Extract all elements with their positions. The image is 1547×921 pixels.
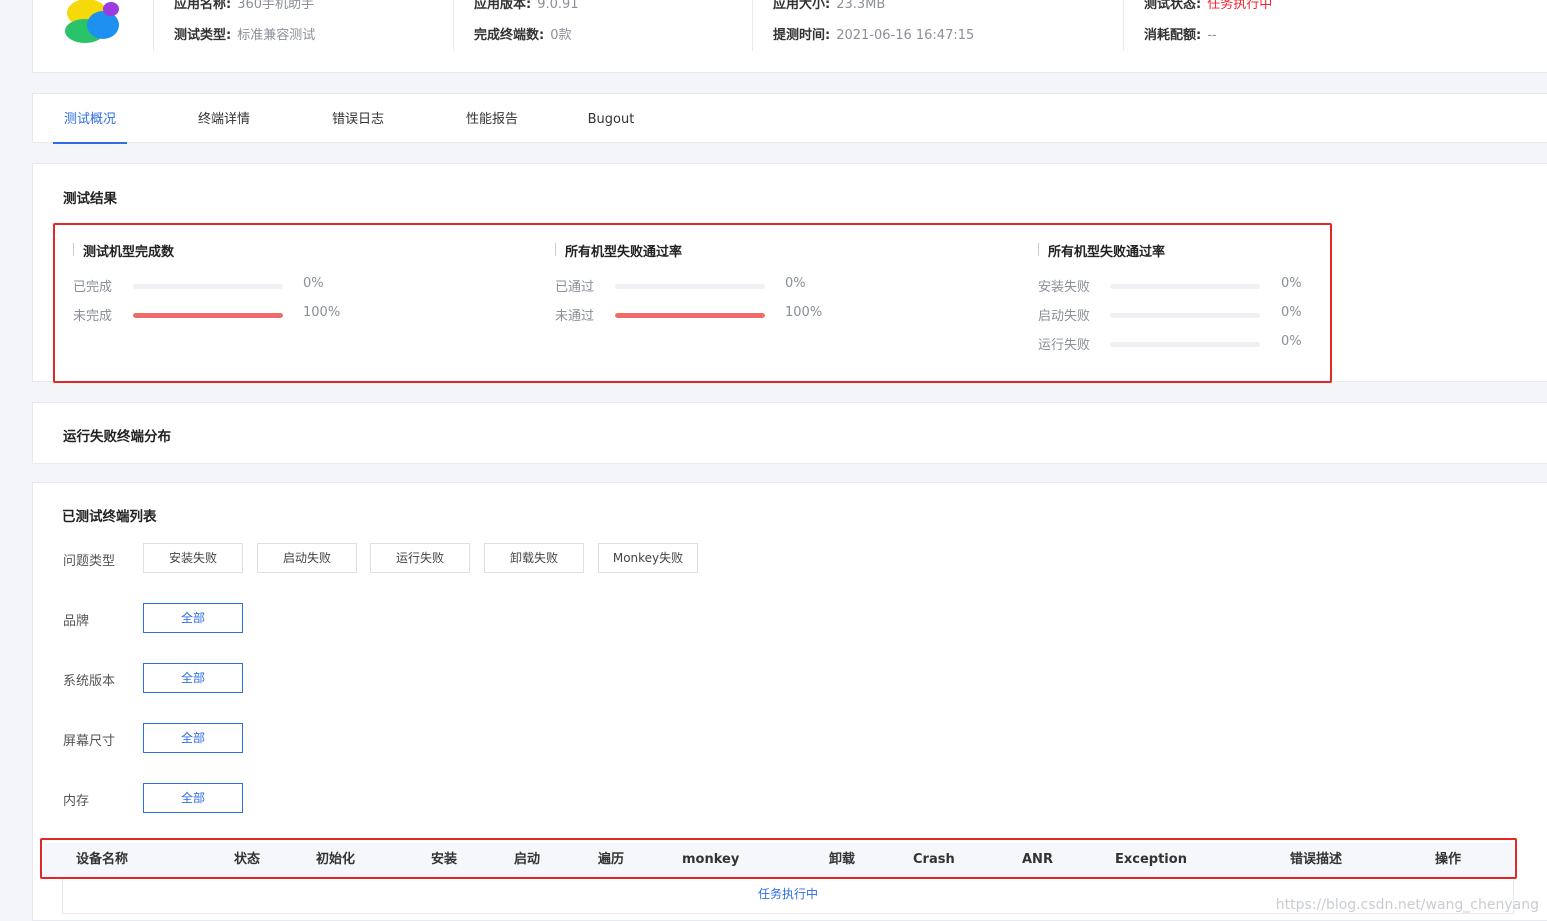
progress-bar — [615, 284, 765, 289]
stat-row: 未通过 100% — [555, 305, 855, 325]
test-type-field: 测试类型: 标准兼容测试 — [174, 28, 316, 43]
tab-error-log[interactable]: 错误日志 — [321, 94, 395, 144]
test-status-field: 测试状态: 任务执行中 — [1144, 0, 1273, 12]
stat-percent: 0% — [1281, 276, 1302, 291]
info-column-1: 应用名称: 360手机助手 测试类型: 标准兼容测试 — [153, 0, 453, 51]
highlight-box: 测试机型完成数 已完成 0% 未完成 100% 所有机型失败通过率 已通过 0%… — [53, 223, 1332, 383]
stat-row: 已完成 0% — [73, 276, 373, 296]
tested-devices-section: 已测试终端列表 问题类型 安装失败 启动失败 运行失败 卸载失败 Monkey失… — [32, 482, 1547, 921]
filter-label-screen-size: 屏幕尺寸 — [63, 734, 116, 749]
screen-size-all-button[interactable]: 全部 — [143, 723, 243, 753]
section-title: 测试结果 — [63, 191, 117, 207]
filter-uninstall-failed[interactable]: 卸载失败 — [484, 543, 584, 573]
section-title: 运行失败终端分布 — [63, 429, 171, 445]
stat-row: 安装失败 0% — [1038, 276, 1328, 296]
stat-percent: 100% — [785, 305, 823, 320]
stat-row: 未完成 100% — [73, 305, 373, 325]
stat-label: 未完成 — [73, 309, 113, 324]
stat-row: 已通过 0% — [555, 276, 855, 296]
stat-label: 未通过 — [555, 309, 595, 324]
stat-row: 运行失败 0% — [1038, 334, 1328, 354]
brand-all-button[interactable]: 全部 — [143, 603, 243, 633]
app-size-field: 应用大小: 23.3MB — [773, 0, 886, 12]
progress-bar — [615, 313, 765, 318]
progress-bar — [133, 284, 283, 289]
stat-label: 安装失败 — [1038, 280, 1091, 295]
filter-monkey-failed[interactable]: Monkey失败 — [598, 543, 698, 573]
filter-label-issue-type: 问题类型 — [63, 554, 116, 569]
test-result-section: 测试结果 测试机型完成数 已完成 0% 未完成 100% 所有机型失败通过率 已… — [32, 163, 1547, 383]
filter-label-brand: 品牌 — [63, 614, 90, 629]
stat-label: 已完成 — [73, 280, 113, 295]
tab-performance-report[interactable]: 性能报告 — [455, 94, 529, 144]
filter-launch-failed[interactable]: 启动失败 — [257, 543, 357, 573]
section-title: 已测试终端列表 — [62, 509, 157, 525]
stat-label: 启动失败 — [1038, 309, 1091, 324]
info-column-3: 应用大小: 23.3MB 提测时间: 2021-06-16 16:47:15 — [752, 0, 1122, 51]
stat-percent: 0% — [303, 276, 324, 291]
progress-bar — [1110, 313, 1260, 318]
app-logo-icon — [65, 0, 119, 43]
memory-all-button[interactable]: 全部 — [143, 783, 243, 813]
stat-percent: 0% — [785, 276, 806, 291]
stat-group-title: 所有机型失败通过率 — [1038, 241, 1165, 260]
filter-run-failed[interactable]: 运行失败 — [370, 543, 470, 573]
stat-row: 启动失败 0% — [1038, 305, 1328, 325]
stat-group-title: 所有机型失败通过率 — [555, 241, 682, 260]
completed-devices-field: 完成终端数: 0款 — [474, 28, 572, 43]
app-name-field: 应用名称: 360手机助手 — [174, 0, 315, 12]
progress-bar — [1110, 342, 1260, 347]
stat-percent: 0% — [1281, 305, 1302, 320]
tab-device-details[interactable]: 终端详情 — [187, 94, 261, 144]
app-info-header: 应用名称: 360手机助手 测试类型: 标准兼容测试 应用版本: 9.0.91 完成终… — [32, 0, 1547, 73]
progress-bar — [133, 313, 283, 318]
progress-fill — [615, 313, 765, 318]
stat-label: 运行失败 — [1038, 338, 1091, 353]
info-column-4: 测试状态: 任务执行中 消耗配额: -- — [1123, 0, 1423, 51]
filter-install-failed[interactable]: 安装失败 — [143, 543, 243, 573]
tab-bugout[interactable]: Bugout — [581, 94, 641, 144]
stat-group-title: 测试机型完成数 — [73, 241, 174, 260]
filter-label-os-version: 系统版本 — [63, 674, 116, 689]
watermark: https://blog.csdn.net/wang_chenyang — [1275, 897, 1539, 913]
tab-overview[interactable]: 测试概况 — [53, 94, 127, 144]
progress-fill — [133, 313, 283, 318]
stat-label: 已通过 — [555, 280, 595, 295]
app-version-field: 应用版本: 9.0.91 — [474, 0, 579, 12]
quota-field: 消耗配额: -- — [1144, 28, 1217, 43]
info-column-2: 应用版本: 9.0.91 完成终端数: 0款 — [453, 0, 753, 51]
submit-time-field: 提测时间: 2021-06-16 16:47:15 — [773, 28, 975, 43]
os-version-all-button[interactable]: 全部 — [143, 663, 243, 693]
tab-bar: 测试概况 终端详情 错误日志 性能报告 Bugout — [32, 93, 1547, 144]
stat-percent: 100% — [303, 305, 341, 320]
stat-percent: 0% — [1281, 334, 1302, 349]
failure-distribution-section: 运行失败终端分布 — [32, 402, 1547, 464]
progress-bar — [1110, 284, 1260, 289]
table-header-highlight — [40, 838, 1517, 879]
filter-label-memory: 内存 — [63, 794, 90, 809]
